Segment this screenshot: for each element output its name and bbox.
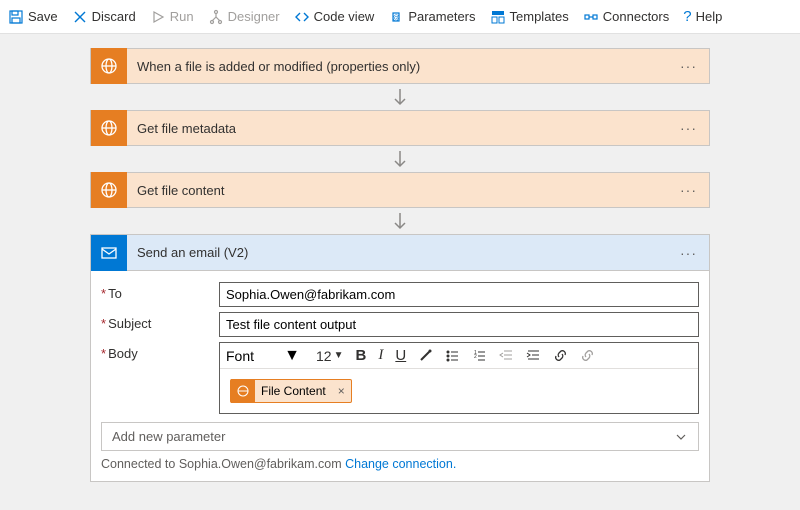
- help-label: Help: [696, 9, 723, 24]
- outlook-icon: [91, 235, 127, 271]
- codeview-label: Code view: [314, 9, 375, 24]
- size-select[interactable]: 12 ▼: [312, 348, 345, 364]
- color-button[interactable]: [416, 348, 435, 363]
- save-label: Save: [28, 9, 58, 24]
- italic-button[interactable]: I: [376, 347, 385, 364]
- run-icon: [150, 9, 166, 25]
- unlink-button[interactable]: [578, 348, 597, 363]
- templates-label: Templates: [510, 9, 569, 24]
- codeview-icon: [294, 9, 310, 25]
- subject-field-row: *Subject: [101, 312, 699, 337]
- chevron-down-icon: [674, 430, 688, 444]
- run-label: Run: [170, 9, 194, 24]
- metadata-title: Get file metadata: [127, 121, 668, 136]
- discard-button[interactable]: Discard: [72, 9, 136, 25]
- subject-label: *Subject: [101, 312, 219, 331]
- token-label: File Content: [255, 384, 332, 398]
- underline-button[interactable]: U: [393, 347, 408, 364]
- content-menu[interactable]: ···: [668, 182, 709, 198]
- metadata-step[interactable]: Get file metadata ···: [90, 110, 710, 146]
- trigger-title: When a file is added or modified (proper…: [127, 59, 668, 74]
- sharepoint-icon: [91, 110, 127, 146]
- to-input[interactable]: [219, 282, 699, 307]
- email-body: *To *Subject *Body Font ▼ 12 ▼ B: [91, 271, 709, 481]
- flow-arrow: [90, 146, 710, 172]
- add-parameter-dropdown[interactable]: Add new parameter: [101, 422, 699, 451]
- to-label: *To: [101, 282, 219, 301]
- svg-text:2: 2: [474, 354, 477, 360]
- metadata-menu[interactable]: ···: [668, 120, 709, 136]
- parameters-label: Parameters: [408, 9, 475, 24]
- connectors-button[interactable]: Connectors: [583, 9, 669, 25]
- trigger-step[interactable]: When a file is added or modified (proper…: [90, 48, 710, 84]
- connectors-label: Connectors: [603, 9, 669, 24]
- templates-button[interactable]: Templates: [490, 9, 569, 25]
- trigger-menu[interactable]: ···: [668, 58, 709, 74]
- bullet-list-button[interactable]: [443, 348, 462, 363]
- save-icon: [8, 9, 24, 25]
- bold-button[interactable]: B: [354, 347, 369, 364]
- designer-icon: [208, 9, 224, 25]
- subject-input[interactable]: [219, 312, 699, 337]
- parameters-button[interactable]: @ Parameters: [388, 9, 475, 25]
- add-param-label: Add new parameter: [112, 429, 225, 444]
- templates-icon: [490, 9, 506, 25]
- connection-info: Connected to Sophia.Owen@fabrikam.com Ch…: [101, 457, 699, 471]
- help-icon: ?: [683, 8, 691, 25]
- codeview-button[interactable]: Code view: [294, 9, 375, 25]
- sharepoint-icon: [231, 379, 255, 403]
- help-button[interactable]: ? Help: [683, 8, 722, 25]
- email-menu[interactable]: ···: [668, 245, 709, 261]
- rte-toolbar: Font ▼ 12 ▼ B I U 12: [220, 343, 698, 369]
- email-title: Send an email (V2): [127, 245, 668, 260]
- font-select[interactable]: Font ▼: [226, 348, 304, 364]
- discard-label: Discard: [92, 9, 136, 24]
- body-content[interactable]: File Content ×: [220, 369, 698, 413]
- flow-arrow: [90, 84, 710, 110]
- sharepoint-icon: [91, 48, 127, 84]
- email-step: Send an email (V2) ··· *To *Subject *Bod…: [90, 234, 710, 482]
- designer-button[interactable]: Designer: [208, 9, 280, 25]
- body-editor: Font ▼ 12 ▼ B I U 12: [219, 342, 699, 414]
- discard-icon: [72, 9, 88, 25]
- change-connection-link[interactable]: Change connection.: [345, 457, 456, 471]
- number-list-button[interactable]: 12: [470, 348, 489, 363]
- connectors-icon: [583, 9, 599, 25]
- run-button[interactable]: Run: [150, 9, 194, 25]
- body-label: *Body: [101, 342, 219, 361]
- to-field-row: *To: [101, 282, 699, 307]
- parameters-icon: @: [388, 9, 404, 25]
- designer-canvas: When a file is added or modified (proper…: [0, 34, 800, 492]
- token-remove[interactable]: ×: [332, 384, 351, 398]
- svg-text:@: @: [393, 15, 400, 22]
- content-title: Get file content: [127, 183, 668, 198]
- designer-label: Designer: [228, 9, 280, 24]
- save-button[interactable]: Save: [8, 9, 58, 25]
- flow-arrow: [90, 208, 710, 234]
- sharepoint-icon: [91, 172, 127, 208]
- outdent-button[interactable]: [497, 348, 516, 363]
- body-field-row: *Body Font ▼ 12 ▼ B I U 12: [101, 342, 699, 414]
- command-bar: Save Discard Run Designer Code view @ Pa…: [0, 0, 800, 34]
- content-step[interactable]: Get file content ···: [90, 172, 710, 208]
- file-content-token[interactable]: File Content ×: [230, 379, 352, 403]
- link-button[interactable]: [551, 348, 570, 363]
- indent-button[interactable]: [524, 348, 543, 363]
- email-header[interactable]: Send an email (V2) ···: [91, 235, 709, 271]
